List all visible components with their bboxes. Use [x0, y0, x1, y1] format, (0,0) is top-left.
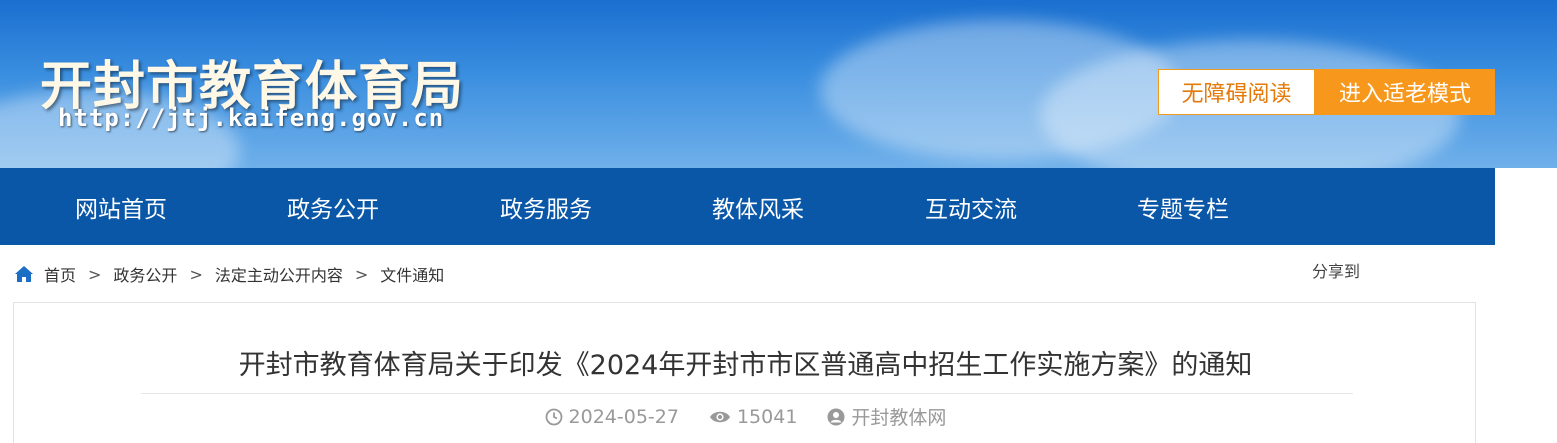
accessibility-reading-button[interactable]: 无障碍阅读 — [1158, 69, 1315, 115]
meta-source: 开封教体网 — [827, 403, 946, 430]
article-title: 开封市教育体育局关于印发《2024年开封市市区普通高中招生工作实施方案》的通知 — [238, 350, 1253, 381]
eye-icon — [709, 411, 730, 422]
breadcrumb-file-notices[interactable]: 文件通知 — [380, 262, 444, 286]
header-banner: 开封市教育体育局 http://jtj.kaifeng.gov.cn 无障碍阅读… — [0, 0, 1557, 168]
breadcrumb-separator: > — [189, 264, 203, 284]
right-strip — [1495, 168, 1557, 443]
nav-item-government-affairs[interactable]: 政务公开 — [287, 168, 379, 245]
nav-item-style[interactable]: 教体风采 — [712, 168, 804, 245]
breadcrumb-separator: > — [354, 264, 369, 284]
nav-item-special-topics[interactable]: 专题专栏 — [1137, 168, 1229, 245]
meta-views: 15041 — [709, 403, 797, 430]
main-nav: 网站首页 政务公开 政务服务 教体风采 互动交流 专题专栏 — [0, 168, 1495, 245]
site-url: http://jtj.kaifeng.gov.cn — [58, 104, 445, 132]
breadcrumb-government-affairs[interactable]: 政务公开 — [113, 262, 177, 286]
home-icon — [15, 266, 33, 282]
article-meta: 2024-05-27 15041 开封教体网 — [14, 403, 1477, 430]
user-icon — [827, 408, 845, 425]
meta-date: 2024-05-27 — [545, 403, 679, 430]
article-source: 开封教体网 — [851, 407, 947, 429]
article-views: 15041 — [736, 405, 798, 428]
article-panel: 开封市教育体育局关于印发《2024年开封市市区普通高中招生工作实施方案》的通知 … — [13, 302, 1476, 443]
breadcrumb-home[interactable]: 首页 — [44, 262, 76, 286]
nav-item-interaction[interactable]: 互动交流 — [925, 168, 1017, 245]
breadcrumb-statutory-content[interactable]: 法定主动公开内容 — [215, 262, 343, 286]
nav-item-services[interactable]: 政务服务 — [500, 168, 592, 245]
article-date: 2024-05-27 — [568, 405, 679, 428]
elder-mode-button[interactable]: 进入适老模式 — [1315, 69, 1495, 115]
clock-icon — [545, 408, 562, 425]
share-label: 分享到 — [1312, 262, 1361, 281]
title-divider — [141, 393, 1353, 394]
nav-item-home[interactable]: 网站首页 — [75, 168, 167, 245]
breadcrumb: 首页 > 政务公开 > 法定主动公开内容 > 文件通知 — [14, 262, 444, 286]
breadcrumb-separator: > — [88, 264, 102, 284]
